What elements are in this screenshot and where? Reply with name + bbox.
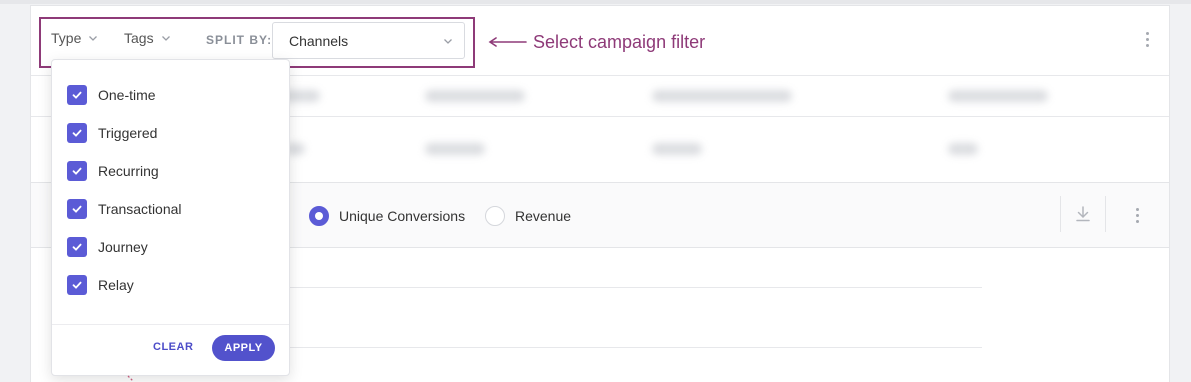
chart-gridline [290, 287, 982, 288]
option-label: Triggered [98, 125, 158, 141]
checkbox-checked-icon[interactable] [67, 275, 87, 295]
option-label: Recurring [98, 163, 159, 179]
type-filter-button[interactable]: Type [51, 30, 99, 46]
checkbox-checked-icon[interactable] [67, 123, 87, 143]
type-option-journey[interactable]: Journey [67, 237, 148, 257]
type-option-one-time[interactable]: One-time [67, 85, 156, 105]
blurred-header-cell [652, 90, 792, 102]
top-strip [0, 0, 1191, 4]
checkbox-checked-icon[interactable] [67, 161, 87, 181]
metric-option-label: Revenue [515, 208, 572, 224]
checkbox-checked-icon[interactable] [67, 85, 87, 105]
blurred-header-cell [948, 90, 1048, 102]
blurred-value-cell [652, 143, 702, 155]
option-label: Relay [98, 277, 134, 293]
split-by-select[interactable]: Channels [272, 22, 465, 59]
tags-filter-label: Tags [124, 30, 154, 46]
blurred-value-cell [948, 143, 978, 155]
chevron-down-icon [89, 36, 98, 41]
card-more-icon[interactable] [1146, 32, 1150, 50]
chevron-down-icon [161, 36, 170, 41]
type-option-recurring[interactable]: Recurring [67, 161, 159, 181]
option-label: One-time [98, 87, 156, 103]
type-option-relay[interactable]: Relay [67, 275, 134, 295]
annotation-tail-mark [127, 375, 134, 382]
arrow-left-icon [488, 37, 527, 47]
apply-button[interactable]: APPLY [212, 335, 275, 361]
toolbar-divider [1105, 196, 1106, 232]
type-option-triggered[interactable]: Triggered [67, 123, 157, 143]
metric-option-unique-conversions[interactable]: Unique Conversions [309, 206, 465, 226]
checkbox-checked-icon[interactable] [67, 237, 87, 257]
download-icon[interactable] [1076, 206, 1090, 222]
type-option-transactional[interactable]: Transactional [67, 199, 182, 219]
clear-button[interactable]: CLEAR [153, 341, 193, 353]
tags-filter-button[interactable]: Tags [124, 30, 172, 46]
chart-gridline [290, 347, 982, 348]
split-by-value: Channels [289, 32, 349, 49]
type-filter-label: Type [51, 30, 82, 46]
blurred-header-cell [425, 90, 525, 102]
blurred-value-cell [425, 143, 485, 155]
toolbar-divider [1060, 196, 1061, 232]
radio-unselected-icon [485, 206, 505, 226]
dropdown-divider [52, 324, 289, 325]
annotation-label: Select campaign filter [533, 32, 706, 52]
option-label: Transactional [98, 201, 182, 217]
checkbox-checked-icon[interactable] [67, 199, 87, 219]
option-label: Journey [98, 239, 148, 255]
metric-option-label: Unique Conversions [339, 208, 466, 224]
type-filter-dropdown: One-time Triggered Recurring Transaction… [51, 59, 290, 376]
split-by-label: SPLIT BY: [206, 33, 273, 47]
metric-option-revenue[interactable]: Revenue [485, 206, 571, 226]
chart-more-icon[interactable] [1136, 208, 1140, 226]
radio-selected-icon [309, 206, 329, 226]
chevron-down-icon [444, 39, 452, 44]
